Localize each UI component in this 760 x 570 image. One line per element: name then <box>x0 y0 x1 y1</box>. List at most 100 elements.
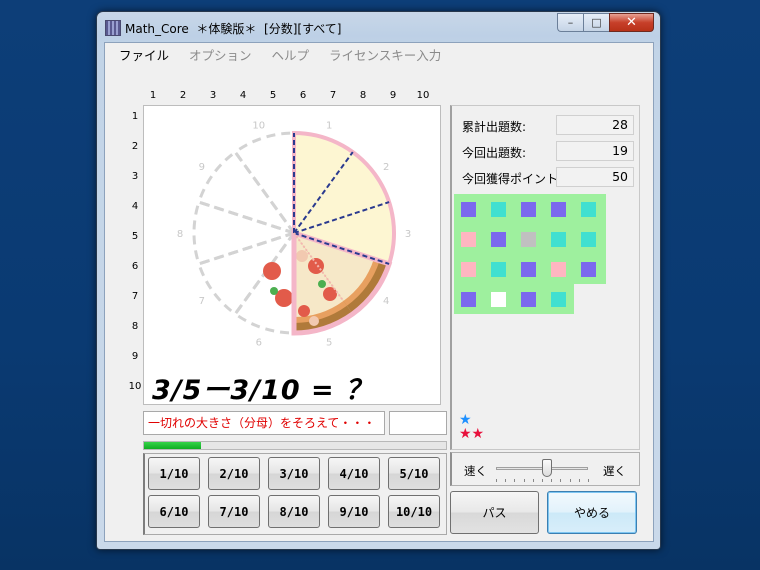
pizza-diagram: 1 2 3 4 5 6 7 8 9 10 <box>177 121 411 349</box>
result-square <box>521 292 536 307</box>
menu-file[interactable]: ファイル <box>119 45 169 64</box>
pass-button-label: パス <box>482 506 507 520</box>
window-title: Math_Core ＊体験版＊ [分数][すべて] <box>125 22 342 36</box>
pizza-topping <box>263 262 281 280</box>
column-number: 7 <box>329 90 337 101</box>
row-number: 5 <box>131 231 139 242</box>
drawing-canvas: 1 2 3 4 5 6 7 8 9 10 3/5ー3/10 = ？ <box>143 105 441 405</box>
slider-tick <box>588 479 589 482</box>
column-number: 3 <box>209 90 217 101</box>
slice-number-label: 10 <box>252 121 265 132</box>
app-window: Math_Core ＊体験版＊ [分数][すべて] – □ ✕ ファイル オプシ… <box>96 11 661 550</box>
answer-button[interactable]: 3/10 <box>268 457 320 490</box>
row-number: 4 <box>131 201 139 212</box>
answer-button[interactable]: 10/10 <box>388 495 440 528</box>
slider-tick <box>523 479 525 482</box>
pizza-topping <box>318 280 326 288</box>
minimize-icon: – <box>567 16 574 29</box>
answer-button[interactable]: 2/10 <box>208 457 260 490</box>
maximize-icon: □ <box>591 16 602 29</box>
pass-button[interactable]: パス <box>450 491 539 534</box>
column-number: 10 <box>416 90 430 101</box>
stat-total-questions: 累計出題数: 28 <box>462 115 634 135</box>
result-square <box>581 262 596 277</box>
pizza-topping <box>309 316 319 326</box>
speed-slow-label: 遅く <box>603 464 626 478</box>
result-square <box>461 202 476 217</box>
slice-number-label: 1 <box>326 121 332 132</box>
close-button[interactable]: ✕ <box>609 13 654 32</box>
result-square <box>491 202 506 217</box>
slice-number-label: 5 <box>326 337 332 348</box>
stats-panel: 累計出題数: 28 今回出題数: 19 今回獲得ポイント: 50 ★ ★★ <box>450 105 640 450</box>
stat-session-questions: 今回出題数: 19 <box>462 141 634 161</box>
stat-label: 今回獲得ポイント: <box>462 172 563 186</box>
title-bar[interactable]: Math_Core ＊体験版＊ [分数][すべて] – □ ✕ <box>97 12 660 42</box>
close-icon: ✕ <box>626 15 637 30</box>
slider-tick <box>578 479 580 482</box>
result-square <box>491 292 506 307</box>
answer-button[interactable]: 4/10 <box>328 457 380 490</box>
slider-tick <box>496 479 497 482</box>
row-number: 3 <box>131 171 139 182</box>
column-number: 9 <box>389 90 397 101</box>
quit-button[interactable]: やめる <box>547 491 637 534</box>
answer-button[interactable]: 6/10 <box>148 495 200 528</box>
column-number: 8 <box>359 90 367 101</box>
result-square <box>581 232 596 247</box>
speed-fast-label: 速く <box>464 464 487 478</box>
empty-slice-outline <box>192 200 299 266</box>
slider-tick <box>514 479 516 482</box>
stat-value: 50 <box>556 167 634 187</box>
hint-box: 一切れの大きさ（分母）をそろえて・・・ <box>143 411 385 435</box>
quit-button-label: やめる <box>573 506 610 520</box>
answer-button[interactable]: 1/10 <box>148 457 200 490</box>
stat-label: 今回出題数: <box>462 146 527 160</box>
answer-button[interactable]: 7/10 <box>208 495 260 528</box>
menu-options[interactable]: オプション <box>189 45 252 64</box>
caption-buttons: – □ ✕ <box>557 13 654 32</box>
pizza-topping <box>296 250 308 262</box>
menu-license-key[interactable]: ライセンスキー入力 <box>329 45 441 64</box>
blue-star-icon: ★ <box>459 412 472 428</box>
slice-number-label: 7 <box>199 296 205 307</box>
stat-session-points: 今回獲得ポイント: 50 <box>462 167 634 187</box>
progress-fill <box>144 442 202 449</box>
minimize-button[interactable]: – <box>557 13 583 32</box>
pizza-topping <box>270 287 278 295</box>
result-square <box>521 262 536 277</box>
result-square <box>491 262 506 277</box>
slider-tick <box>532 479 534 482</box>
slider-tick <box>551 479 553 482</box>
row-number: 10 <box>128 381 142 392</box>
result-square <box>461 232 476 247</box>
maximize-button[interactable]: □ <box>583 13 609 32</box>
column-number: 4 <box>239 90 247 101</box>
column-number: 5 <box>269 90 277 101</box>
menu-help[interactable]: ヘルプ <box>272 45 310 64</box>
result-square <box>551 292 566 307</box>
answer-button[interactable]: 9/10 <box>328 495 380 528</box>
answer-button[interactable]: 8/10 <box>268 495 320 528</box>
stat-label: 累計出題数: <box>462 120 527 134</box>
result-square <box>551 262 566 277</box>
column-numbers: 1 2 3 4 5 6 7 8 9 10 <box>145 90 445 104</box>
column-number: 2 <box>179 90 187 101</box>
row-number: 7 <box>131 291 139 302</box>
row-numbers: 1 2 3 4 5 6 7 8 9 10 <box>127 108 143 408</box>
stat-value: 19 <box>556 141 634 161</box>
slider-tick <box>569 479 571 482</box>
result-grid <box>454 194 606 314</box>
result-square <box>551 232 566 247</box>
answer-button[interactable]: 5/10 <box>388 457 440 490</box>
answer-buttons: 1/10 2/10 3/10 4/10 5/10 6/10 7/10 8/10 9/10 10/1… <box>143 453 447 535</box>
client-area: ファイル オプション ヘルプ ライセンスキー入力 1 2 3 4 5 6 7 8 9 10 1 2 3… <box>104 42 654 542</box>
pizza-topping <box>308 258 324 274</box>
answer-display <box>389 411 447 435</box>
speed-slider-thumb[interactable] <box>541 459 552 477</box>
progress-bar <box>143 441 447 450</box>
result-square <box>551 202 566 217</box>
slice-number-label: 4 <box>383 296 389 307</box>
slider-tick <box>542 479 543 482</box>
stat-value: 28 <box>556 115 634 135</box>
